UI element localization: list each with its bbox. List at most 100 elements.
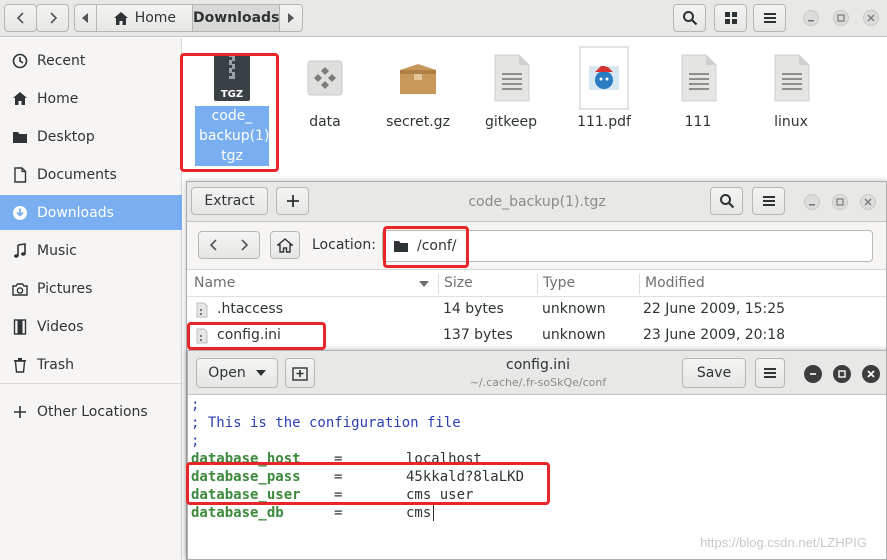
sidebar-item-other-locations[interactable]: Other Locations — [0, 394, 182, 429]
sidebar-item-desktop[interactable]: Desktop — [0, 119, 182, 154]
path-home-label: Home — [134, 10, 177, 26]
sidebar-item-label: Music — [37, 242, 77, 259]
minimize-icon — [809, 204, 815, 206]
config-key: database_user — [191, 487, 301, 503]
watermark-text: https://blog.csdn.net/LZHPIG — [700, 535, 867, 550]
chevron-right-icon[interactable] — [238, 238, 250, 252]
file-name: data — [309, 114, 341, 130]
path-home-button[interactable]: Home — [97, 5, 194, 31]
path-prev-button[interactable] — [75, 5, 97, 31]
file-item-code-backup[interactable]: TGZ code_ backup(1). tgz — [192, 48, 274, 166]
file-name: 111.pdf — [577, 114, 631, 130]
archive-title: code_backup(1).tgz — [468, 194, 606, 210]
document-icon — [14, 166, 27, 183]
open-button[interactable]: Open — [196, 358, 278, 388]
new-document-button[interactable] — [285, 358, 315, 388]
archive-close-button[interactable] — [860, 194, 876, 210]
archive-home-button[interactable] — [270, 231, 300, 259]
archive-minimize-button[interactable] — [804, 194, 820, 210]
editor-minimize-button[interactable] — [804, 365, 822, 383]
maximize-icon — [836, 198, 844, 206]
config-equals: = — [334, 505, 343, 521]
folder-icon — [394, 241, 408, 252]
home-icon — [277, 237, 293, 253]
config-value: 45kkald?8laLKD — [406, 469, 525, 485]
path-downloads-label: Downloads — [193, 10, 280, 26]
film-icon — [13, 318, 27, 335]
pdf-thumbnail-icon — [579, 46, 629, 110]
text-editor-headerbar: Open config.ini ~/.cache/.fr-soSkQe/conf… — [188, 351, 886, 395]
new-tab-icon — [292, 367, 308, 381]
column-name[interactable]: Name — [194, 275, 235, 291]
location-field[interactable]: /conf/ — [382, 230, 873, 262]
close-button[interactable] — [863, 10, 879, 26]
extract-button[interactable]: Extract — [191, 187, 268, 215]
archive-menu-button[interactable] — [752, 187, 785, 215]
archive-maximize-button[interactable] — [832, 194, 848, 210]
row-modified: 23 June 2009, 20:18 — [643, 327, 786, 343]
sidebar-item-label: Other Locations — [37, 403, 148, 420]
text-file-icon — [196, 302, 208, 318]
maximize-button[interactable] — [833, 10, 849, 26]
sidebar-item-documents[interactable]: Documents — [0, 157, 182, 192]
column-type[interactable]: Type — [543, 275, 575, 291]
file-item-gitkeep[interactable]: gitkeep — [471, 48, 551, 132]
sidebar-item-recent[interactable]: Recent — [0, 43, 182, 78]
column-modified[interactable]: Modified — [645, 275, 705, 291]
text-editor-window: Open config.ini ~/.cache/.fr-soSkQe/conf… — [187, 350, 887, 560]
config-key: database_pass — [191, 469, 301, 485]
view-toggle-button[interactable] — [714, 4, 747, 32]
add-files-button[interactable] — [276, 187, 309, 215]
sort-down-icon — [419, 281, 429, 287]
extract-label: Extract — [204, 193, 255, 209]
path-next-button[interactable] — [280, 5, 302, 31]
file-item-secret-gz[interactable]: secret.gz — [378, 48, 458, 132]
column-size[interactable]: Size — [444, 275, 473, 291]
table-row[interactable]: config.ini 137 bytes unknown 23 June 200… — [187, 323, 886, 349]
sidebar-item-videos[interactable]: Videos — [0, 309, 182, 344]
file-item-data[interactable]: data — [285, 48, 365, 132]
row-name: .htaccess — [217, 301, 283, 317]
file-item-linux[interactable]: linux — [751, 48, 831, 132]
sidebar-item-downloads[interactable]: Downloads — [0, 195, 182, 230]
row-type: unknown — [542, 327, 606, 343]
archive-file-icon: TGZ — [214, 55, 250, 101]
config-equals: = — [334, 487, 343, 503]
sidebar-item-trash[interactable]: Trash — [0, 347, 182, 382]
search-icon — [682, 11, 697, 26]
sidebar-item-music[interactable]: Music — [0, 233, 182, 268]
search-button[interactable] — [673, 4, 706, 32]
menu-button[interactable] — [753, 4, 786, 32]
file-item-111-pdf[interactable]: 111.pdf — [564, 46, 644, 132]
text-file-icon — [494, 54, 530, 102]
text-file-icon — [681, 54, 717, 102]
forward-button[interactable] — [36, 4, 69, 32]
text-cursor — [433, 505, 434, 521]
minimize-icon — [808, 20, 814, 22]
config-value: cms — [406, 505, 432, 521]
archive-badge: TGZ — [221, 89, 243, 100]
back-button[interactable] — [4, 4, 37, 32]
sidebar-item-home[interactable]: Home — [0, 81, 182, 116]
editor-maximize-button[interactable] — [833, 365, 851, 383]
archive-search-button[interactable] — [710, 187, 743, 215]
sidebar-item-label: Home — [37, 90, 79, 107]
config-equals: = — [334, 469, 343, 485]
maximize-icon — [838, 370, 846, 378]
row-size: 137 bytes — [443, 327, 513, 343]
editor-close-button[interactable] — [862, 365, 880, 383]
config-equals: = — [334, 451, 343, 467]
editor-line-comment: ; — [191, 397, 200, 413]
plus-icon — [14, 405, 26, 418]
folder-icon — [13, 131, 27, 143]
triangle-right-icon — [288, 13, 295, 23]
sidebar-separator — [0, 383, 182, 384]
file-item-111[interactable]: 111 — [658, 48, 738, 132]
save-button[interactable]: Save — [682, 358, 746, 388]
sidebar-item-pictures[interactable]: Pictures — [0, 271, 182, 306]
minimize-button[interactable] — [803, 10, 819, 26]
table-row[interactable]: .htaccess 14 bytes unknown 22 June 2009,… — [187, 297, 886, 323]
chevron-left-icon[interactable] — [208, 238, 220, 252]
editor-menu-button[interactable] — [755, 358, 785, 388]
path-downloads-button[interactable]: Downloads — [193, 5, 281, 31]
